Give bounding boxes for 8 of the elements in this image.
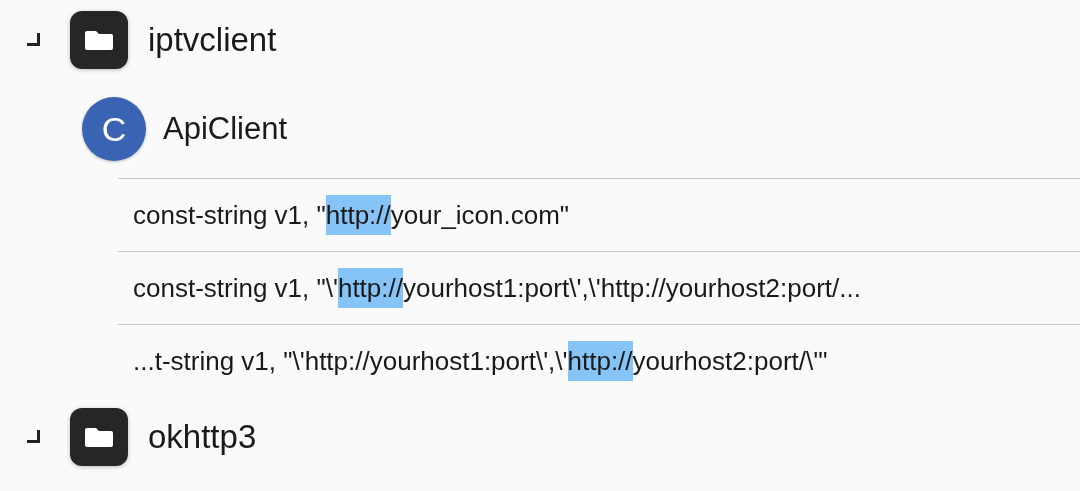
expander-icon[interactable] <box>27 32 40 46</box>
package-name[interactable]: okhttp3 <box>148 418 257 456</box>
folder-icon <box>70 11 128 69</box>
class-badge: C <box>82 97 146 161</box>
package-name[interactable]: iptvclient <box>148 21 277 59</box>
expander-icon[interactable] <box>27 429 40 443</box>
class-name[interactable]: ApiClient <box>163 111 288 147</box>
folder-icon <box>70 408 128 466</box>
